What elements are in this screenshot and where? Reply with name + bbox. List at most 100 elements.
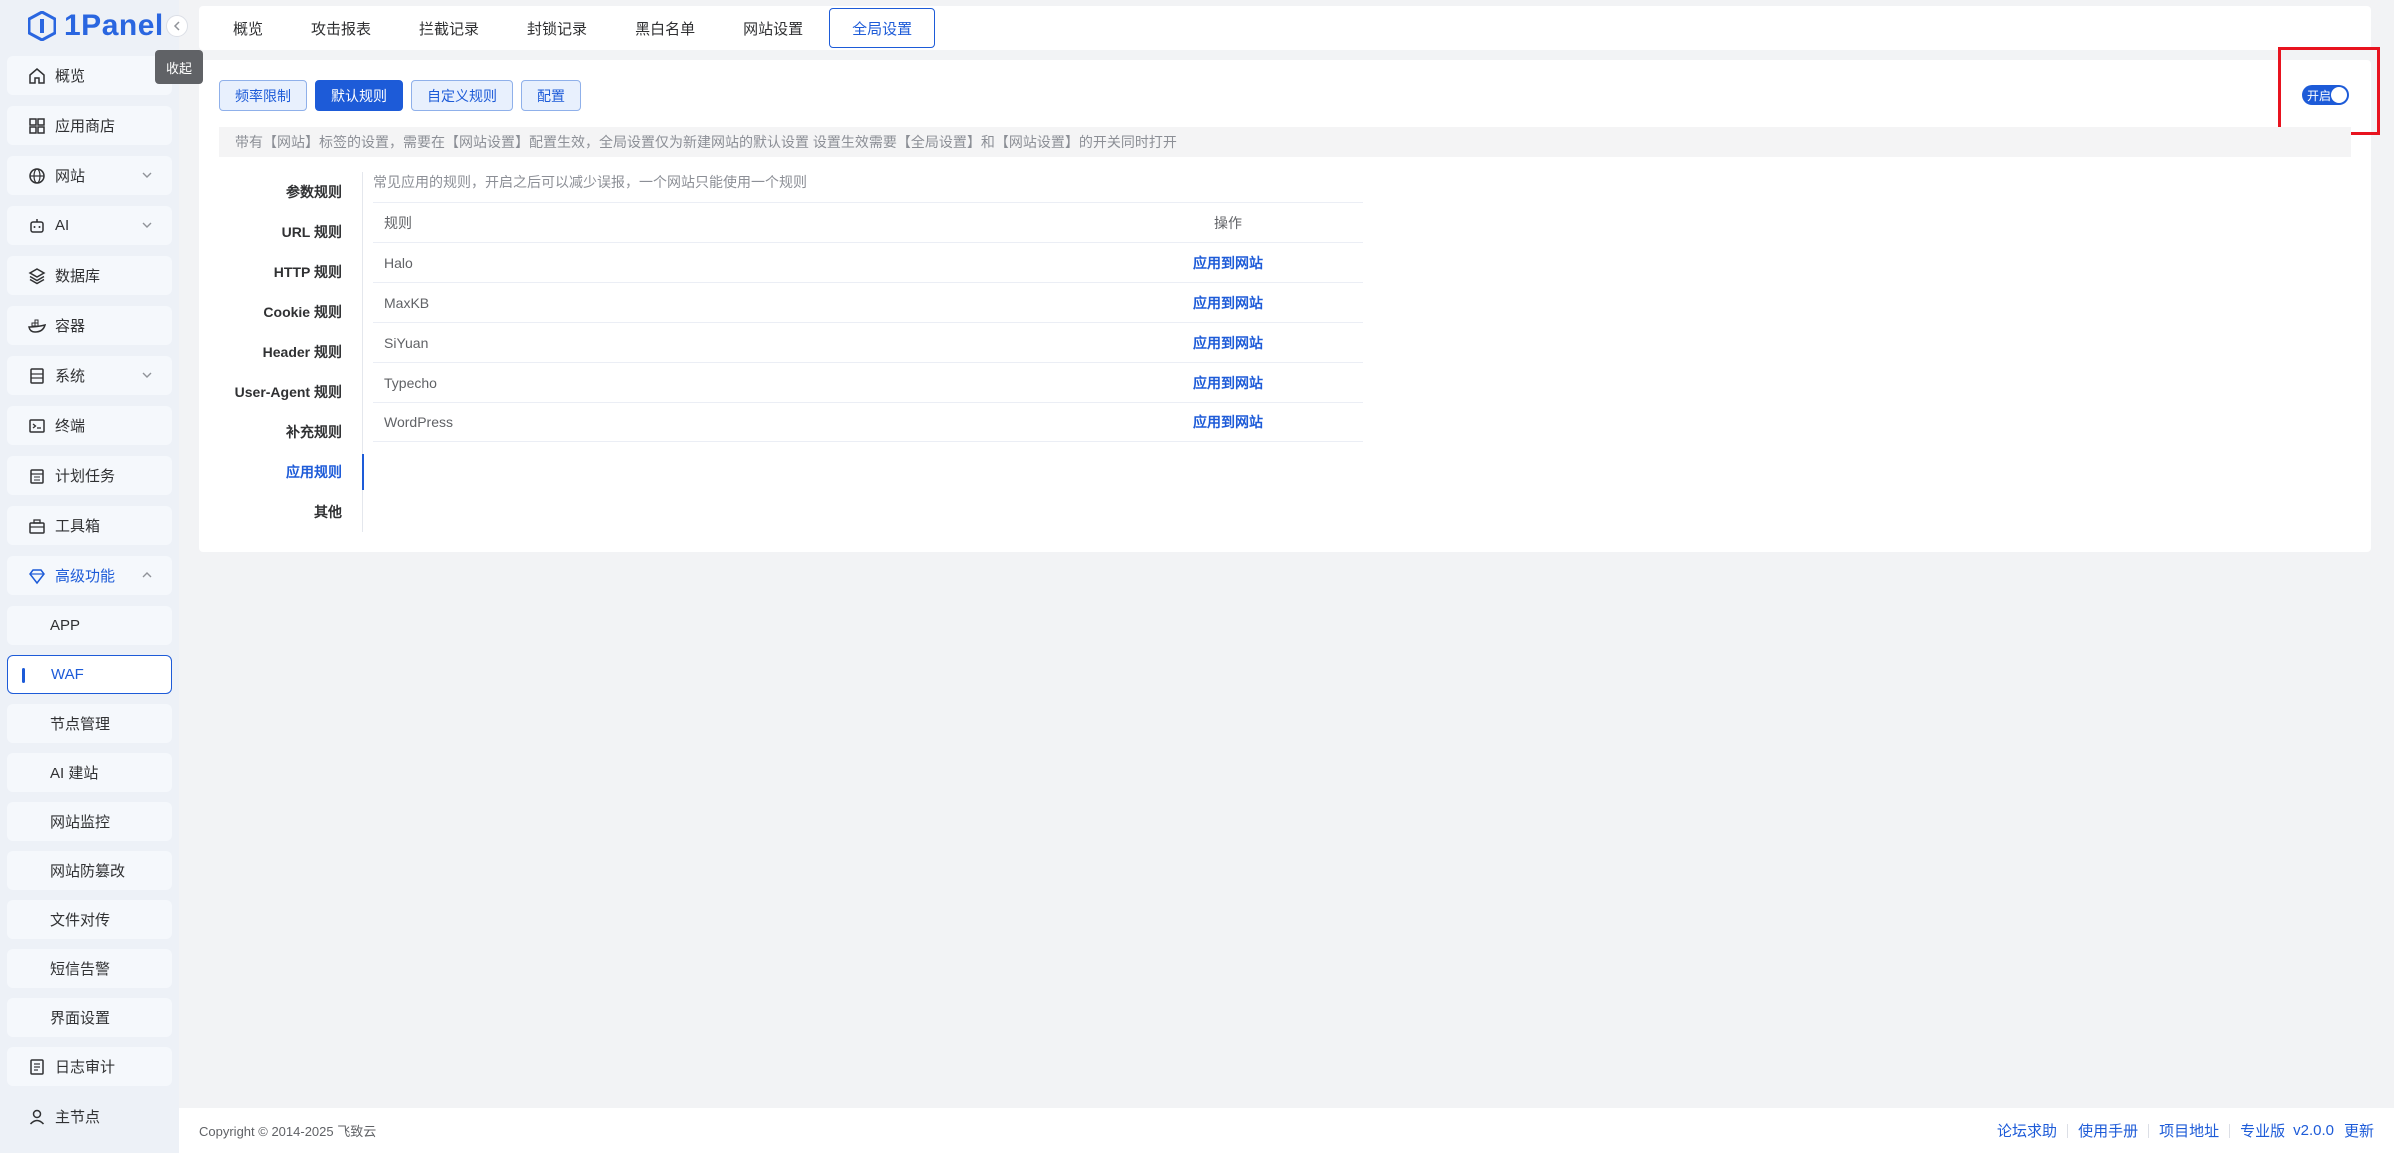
server-icon bbox=[27, 366, 47, 386]
sidebar-subitem-label: 界面设置 bbox=[50, 1010, 111, 1027]
sidebar-item-appstore[interactable]: 应用商店 bbox=[7, 106, 172, 145]
selected-indicator bbox=[22, 668, 25, 683]
sidebar: 1Panel 收起 概览 应用商店 网站 AI 数据库 容器 系统 终端 计划任… bbox=[0, 0, 203, 1153]
sidebar-item-overview[interactable]: 概览 bbox=[7, 56, 172, 95]
config-button[interactable]: 配置 bbox=[521, 80, 581, 111]
sidebar-subitem-label: 网站监控 bbox=[50, 814, 111, 831]
sidebar-subitem-label: 短信告警 bbox=[50, 961, 111, 978]
column-header-action: 操作 bbox=[1214, 214, 1242, 231]
side-tab-other[interactable]: 其他 bbox=[199, 492, 362, 532]
project-url-link[interactable]: 项目地址 bbox=[2159, 1120, 2219, 1141]
toggle-knob bbox=[2331, 87, 2347, 103]
sidebar-subitem-label: 网站防篡改 bbox=[50, 863, 126, 880]
rate-limit-button[interactable]: 频率限制 bbox=[219, 80, 307, 111]
sidebar-item-label: 概览 bbox=[55, 68, 86, 85]
sidebar-subitem-node-management[interactable]: 节点管理 bbox=[7, 704, 172, 743]
grid-icon bbox=[27, 116, 47, 136]
sidebar-item-system[interactable]: 系统 bbox=[7, 356, 172, 395]
sidebar-item-label: 终端 bbox=[55, 418, 86, 435]
sidebar-item-label: 高级功能 bbox=[55, 568, 116, 585]
rule-name: WordPress bbox=[384, 414, 453, 430]
side-tab-http-rules[interactable]: HTTP 规则 bbox=[199, 252, 362, 292]
app-rules-description: 常见应用的规则，开启之后可以减少误报，一个网站只能使用一个规则 bbox=[373, 174, 807, 190]
sidebar-subitem-app[interactable]: APP bbox=[7, 606, 172, 645]
side-tab-app-rules[interactable]: 应用规则 bbox=[199, 452, 364, 492]
global-enable-switch[interactable]: 开启 bbox=[2302, 85, 2349, 105]
chevron-up-icon bbox=[142, 572, 152, 578]
sidebar-item-log-audit[interactable]: 日志审计 bbox=[7, 1047, 172, 1086]
divider bbox=[2067, 1123, 2069, 1138]
sidebar-item-website[interactable]: 网站 bbox=[7, 156, 172, 195]
user-manual-link[interactable]: 使用手册 bbox=[2078, 1120, 2138, 1141]
chevron-down-icon bbox=[142, 172, 152, 178]
table-row: Halo 应用到网站 bbox=[373, 242, 1363, 282]
sidebar-item-main-node[interactable]: 主节点 bbox=[7, 1097, 172, 1136]
side-tab-cookie-rules[interactable]: Cookie 规则 bbox=[199, 292, 362, 332]
sidebar-subitem-waf[interactable]: WAF bbox=[7, 655, 172, 694]
sidebar-subitem-site-monitor[interactable]: 网站监控 bbox=[7, 802, 172, 841]
sidebar-item-database[interactable]: 数据库 bbox=[7, 256, 172, 295]
collapse-sidebar-button[interactable] bbox=[166, 15, 188, 37]
toggle-label: 开启 bbox=[2307, 88, 2332, 103]
sidebar-item-label: 应用商店 bbox=[55, 118, 116, 135]
apply-to-site-link[interactable]: 应用到网站 bbox=[1193, 335, 1263, 351]
sidebar-item-advanced[interactable]: 高级功能 bbox=[7, 556, 172, 595]
sidebar-subitem-sms-alert[interactable]: 短信告警 bbox=[7, 949, 172, 988]
tab-block-log[interactable]: 封锁记录 bbox=[505, 8, 609, 48]
custom-rules-button[interactable]: 自定义规则 bbox=[411, 80, 513, 111]
toolbox-icon bbox=[27, 516, 47, 536]
tab-website-settings[interactable]: 网站设置 bbox=[721, 8, 825, 48]
side-tab-url-rules[interactable]: URL 规则 bbox=[199, 212, 362, 252]
log-icon bbox=[27, 1057, 47, 1077]
whale-icon bbox=[27, 316, 47, 336]
chevron-left-icon bbox=[173, 21, 180, 31]
sidebar-subitem-label: WAF bbox=[51, 666, 84, 683]
sidebar-item-toolbox[interactable]: 工具箱 bbox=[7, 506, 172, 545]
forum-help-link[interactable]: 论坛求助 bbox=[1997, 1120, 2057, 1141]
sidebar-item-container[interactable]: 容器 bbox=[7, 306, 172, 345]
rule-name: MaxKB bbox=[384, 294, 430, 311]
rule-name: SiYuan bbox=[384, 334, 429, 351]
tab-overview[interactable]: 概览 bbox=[211, 8, 285, 48]
tab-attack-report[interactable]: 攻击报表 bbox=[289, 8, 393, 48]
tab-intercept-log[interactable]: 拦截记录 bbox=[397, 8, 501, 48]
sidebar-item-ai[interactable]: AI bbox=[7, 206, 172, 245]
table-row: SiYuan 应用到网站 bbox=[373, 322, 1363, 362]
sidebar-item-terminal[interactable]: 终端 bbox=[7, 406, 172, 445]
apply-to-site-link[interactable]: 应用到网站 bbox=[1193, 255, 1263, 271]
side-tab-header-rules[interactable]: Header 规则 bbox=[199, 332, 362, 372]
side-tab-user-agent-rules[interactable]: User-Agent 规则 bbox=[199, 372, 362, 412]
hexagon-logo-icon bbox=[28, 11, 56, 41]
update-link[interactable]: 更新 bbox=[2344, 1120, 2374, 1141]
collapse-tooltip: 收起 bbox=[155, 50, 203, 84]
apply-to-site-link[interactable]: 应用到网站 bbox=[1193, 414, 1263, 430]
table-row: WordPress 应用到网站 bbox=[373, 402, 1363, 442]
apply-to-site-link[interactable]: 应用到网站 bbox=[1193, 375, 1263, 391]
footer: Copyright © 2014-2025 飞致云 论坛求助 使用手册 项目地址… bbox=[179, 1108, 2394, 1153]
rule-type-buttons: 频率限制 默认规则 自定义规则 配置 bbox=[219, 80, 581, 111]
tab-global-settings[interactable]: 全局设置 bbox=[829, 8, 936, 48]
rule-category-tabs: 参数规则 URL 规则 HTTP 规则 Cookie 规则 Header 规则 … bbox=[199, 172, 364, 532]
side-tab-param-rules[interactable]: 参数规则 bbox=[199, 172, 362, 212]
logo[interactable]: 1Panel bbox=[28, 6, 164, 46]
footer-links: 论坛求助 使用手册 项目地址 专业版 v2.0.0 更新 bbox=[1997, 1120, 2374, 1141]
sidebar-subitem-file-transfer[interactable]: 文件对传 bbox=[7, 900, 172, 939]
chevron-down-icon bbox=[142, 222, 152, 228]
sidebar-item-cron[interactable]: 计划任务 bbox=[7, 456, 172, 495]
diamond-icon bbox=[27, 566, 47, 586]
sidebar-subitem-tamper-protection[interactable]: 网站防篡改 bbox=[7, 851, 172, 890]
table-header-row: 规则 操作 bbox=[373, 202, 1363, 242]
sidebar-item-label: 容器 bbox=[55, 318, 86, 335]
side-tab-supplement-rules[interactable]: 补充规则 bbox=[199, 412, 362, 452]
apply-to-site-link[interactable]: 应用到网站 bbox=[1193, 295, 1263, 311]
sidebar-item-label: 数据库 bbox=[55, 268, 101, 285]
sidebar-subitem-ui-settings[interactable]: 界面设置 bbox=[7, 998, 172, 1037]
rule-name: Typecho bbox=[384, 374, 437, 391]
sidebar-subitem-ai-site[interactable]: AI 建站 bbox=[7, 753, 172, 792]
edition-link[interactable]: 专业版 bbox=[2240, 1120, 2285, 1141]
sidebar-item-label: 系统 bbox=[55, 368, 86, 385]
default-rules-button[interactable]: 默认规则 bbox=[315, 80, 403, 111]
tab-black-white-list[interactable]: 黑白名单 bbox=[613, 8, 717, 48]
divider bbox=[2229, 1123, 2231, 1138]
sidebar-item-label: 主节点 bbox=[55, 1109, 101, 1126]
